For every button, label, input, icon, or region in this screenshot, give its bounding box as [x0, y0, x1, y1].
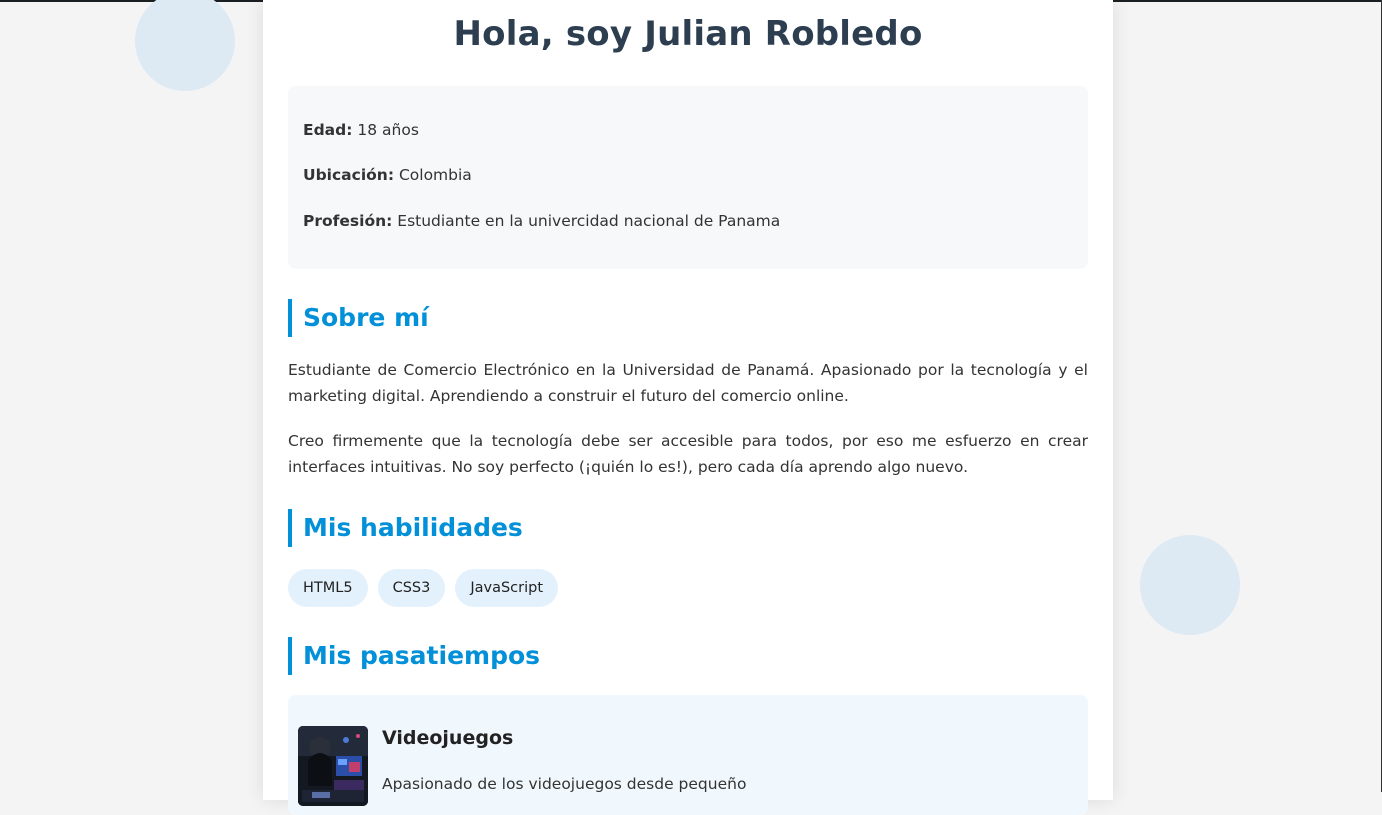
personal-info-box: Edad: 18 años Ubicación: Colombia Profes…: [288, 86, 1088, 269]
skill-chip-css3: CSS3: [377, 569, 446, 607]
info-age: Edad: 18 años: [303, 121, 419, 139]
info-location: Ubicación: Colombia: [303, 166, 472, 184]
hobby-card: Videojuegos Apasionado de los videojuego…: [288, 695, 1088, 815]
info-age-value: 18 años: [352, 121, 419, 139]
page-title: Hola, soy Julian Robledo: [453, 14, 923, 54]
decorative-circle-top: [135, 0, 235, 91]
profile-card: Hola, soy Julian Robledo Edad: 18 años U…: [263, 0, 1113, 815]
info-profession: Profesión: Estudiante en la univercidad …: [303, 212, 780, 230]
gaming-photo: [298, 726, 368, 806]
skills-list: HTML5 CSS3 JavaScript: [288, 569, 559, 607]
about-paragraph: Creo firmemente que la tecnología debe s…: [288, 432, 1088, 476]
info-location-value: Colombia: [394, 166, 472, 184]
hobby-title: Videojuegos: [382, 727, 514, 749]
hobby-description: Apasionado de los videojuegos desde pequ…: [382, 775, 747, 793]
info-profession-label: Profesión:: [303, 212, 393, 230]
skill-chip-html5: HTML5: [288, 569, 368, 607]
about-paragraph: Estudiante de Comercio Electrónico en la…: [288, 361, 1088, 405]
info-location-label: Ubicación:: [303, 166, 395, 184]
skill-chip-javascript: JavaScript: [455, 569, 559, 607]
hobbies-heading: Mis pasatiempos: [288, 637, 540, 675]
info-profession-value: Estudiante en la univercidad nacional de…: [392, 212, 781, 230]
decorative-circle-right: [1140, 535, 1240, 635]
about-heading: Sobre mí: [288, 299, 429, 337]
skills-heading: Mis habilidades: [288, 509, 523, 547]
info-age-label: Edad:: [303, 121, 353, 139]
